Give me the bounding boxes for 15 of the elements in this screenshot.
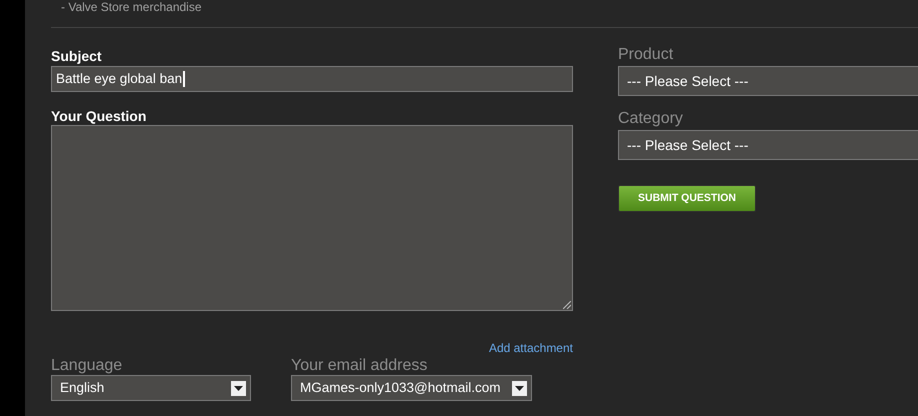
language-select[interactable]: English [51,375,251,401]
dropdown-select[interactable]: --- Please Select --- [618,130,918,160]
note-text: - Valve Store merchandise [60,0,203,14]
email-select[interactable]: MGames-only1033@hotmail.com [291,375,532,401]
text-cursor [183,71,186,87]
field-label: Subject [51,48,103,64]
add-attachment-link[interactable]: Add attachment [488,339,573,357]
subject-field[interactable]: Battle eye global ban [51,66,573,92]
field-label: Language [51,357,124,375]
field-label: Category [618,110,684,128]
dropdown-select[interactable]: --- Please Select --- [618,66,918,96]
field-label: Product [618,46,674,64]
field-label: Your email address [291,357,428,375]
field-label: Your Question [51,108,148,124]
resize-grip-icon[interactable] [563,301,571,309]
